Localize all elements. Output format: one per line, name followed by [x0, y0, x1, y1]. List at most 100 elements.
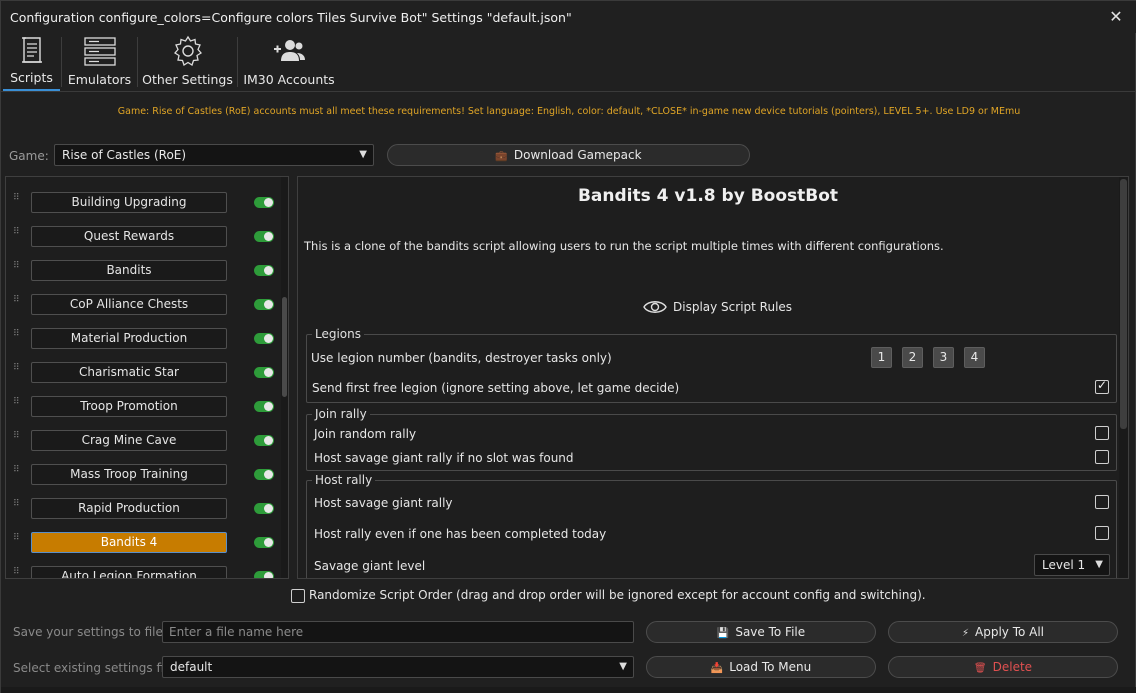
savage-giant-level-select[interactable]: Level 1 ▼ — [1034, 554, 1110, 576]
bottom-edge — [1, 687, 1136, 693]
drag-handle-icon[interactable]: ⠿ — [13, 432, 21, 448]
drag-handle-icon[interactable]: ⠿ — [13, 398, 21, 414]
chevron-down-icon: ▼ — [359, 149, 367, 160]
host-rally-even-checkbox[interactable] — [1095, 526, 1109, 540]
trash-icon: 🗑 — [973, 663, 987, 674]
title-bar: Configuration configure_colors=Configure… — [1, 1, 1136, 33]
game-label: Game: — [9, 149, 49, 163]
list-item[interactable]: ⠿ Building Upgrading — [6, 192, 276, 214]
game-select[interactable]: Rise of Castles (RoE) ▼ — [54, 144, 374, 166]
game-select-value: Rise of Castles (RoE) — [62, 148, 187, 162]
randomize-script-order[interactable]: Randomize Script Order (drag and drop or… — [291, 588, 926, 603]
script-button[interactable]: Quest Rewards — [31, 226, 227, 247]
script-toggle[interactable] — [254, 571, 274, 578]
drag-handle-icon[interactable]: ⠿ — [13, 534, 21, 550]
script-button[interactable]: Building Upgrading — [31, 192, 227, 213]
host-savage-giant-rally-checkbox[interactable] — [1095, 495, 1109, 509]
tab-im30-accounts[interactable]: IM30 Accounts — [242, 33, 336, 91]
list-item[interactable]: ⠿ Rapid Production — [6, 498, 276, 520]
script-button[interactable]: Auto Legion Formation — [31, 566, 227, 578]
script-button[interactable]: Bandits — [31, 260, 227, 281]
list-item[interactable]: ⠿ Bandits — [6, 260, 276, 282]
legion-2-button[interactable]: 2 — [902, 347, 923, 368]
join-random-rally-checkbox[interactable] — [1095, 426, 1109, 440]
script-toggle[interactable] — [254, 401, 274, 412]
tab-other-settings[interactable]: Other Settings — [142, 33, 233, 91]
load-to-menu-button[interactable]: 📥 Load To Menu — [646, 656, 876, 678]
script-toggle[interactable] — [254, 469, 274, 480]
apply-to-all-button[interactable]: ⚡ Apply To All — [888, 621, 1118, 643]
apply-to-all-label: Apply To All — [975, 625, 1045, 639]
script-toggle[interactable] — [254, 367, 274, 378]
script-list-scrollbar[interactable] — [281, 177, 288, 578]
script-button[interactable]: Crag Mine Cave — [31, 430, 227, 451]
host-rally-even-label: Host rally even if one has been complete… — [314, 527, 607, 541]
script-toggle[interactable] — [254, 435, 274, 446]
list-item[interactable]: ⠿ Troop Promotion — [6, 396, 276, 418]
tab-divider — [61, 37, 62, 87]
delete-label: Delete — [992, 660, 1033, 674]
host-rally-group-title: Host rally — [312, 473, 376, 487]
join-rally-group-title: Join rally — [312, 407, 370, 421]
save-to-file-button[interactable]: 💾 Save To File — [646, 621, 876, 643]
display-script-rules-button[interactable]: Display Script Rules — [643, 299, 792, 321]
delete-button[interactable]: 🗑 Delete — [888, 656, 1118, 678]
script-toggle[interactable] — [254, 503, 274, 514]
script-toggle[interactable] — [254, 299, 274, 310]
close-icon[interactable]: ✕ — [1105, 6, 1127, 28]
settings-panel-scrollbar[interactable] — [1119, 177, 1128, 578]
list-item[interactable]: ⠿ Crag Mine Cave — [6, 430, 276, 452]
list-item[interactable]: ⠿ Auto Legion Formation — [6, 566, 276, 578]
script-button[interactable]: Mass Troop Training — [31, 464, 227, 485]
save-to-file-label: Save To File — [735, 625, 806, 639]
tab-scripts[interactable]: Scripts — [3, 33, 60, 91]
drag-handle-icon[interactable]: ⠿ — [13, 296, 21, 312]
list-item[interactable]: ⠿ Mass Troop Training — [6, 464, 276, 486]
list-item[interactable]: ⠿ Quest Rewards — [6, 226, 276, 248]
savage-giant-level-value: Level 1 — [1042, 558, 1086, 572]
scrollbar-thumb[interactable] — [1120, 179, 1127, 429]
script-list[interactable]: ⠿ Building Upgrading ⠿ Quest Rewards ⠿ B… — [5, 176, 289, 579]
savage-giant-level-label: Savage giant level — [314, 559, 426, 573]
script-toggle[interactable] — [254, 231, 274, 242]
script-button[interactable]: CoP Alliance Chests — [31, 294, 227, 315]
script-button-active[interactable]: Bandits 4 — [31, 532, 227, 553]
randomize-checkbox[interactable] — [291, 588, 305, 603]
file-name-input[interactable]: Enter a file name here — [162, 621, 634, 643]
list-item[interactable]: ⠿ Bandits 4 — [6, 532, 276, 554]
script-button[interactable]: Rapid Production — [31, 498, 227, 519]
join-random-rally-label: Join random rally — [314, 427, 417, 441]
drag-handle-icon[interactable]: ⠿ — [13, 364, 21, 380]
script-toggle[interactable] — [254, 197, 274, 208]
list-item[interactable]: ⠿ CoP Alliance Chests — [6, 294, 276, 316]
scrollbar-thumb[interactable] — [282, 297, 287, 397]
script-button[interactable]: Material Production — [31, 328, 227, 349]
script-toggle[interactable] — [254, 265, 274, 276]
drag-handle-icon[interactable]: ⠿ — [13, 194, 21, 210]
drag-handle-icon[interactable]: ⠿ — [13, 500, 21, 516]
list-item[interactable]: ⠿ Charismatic Star — [6, 362, 276, 384]
settings-file-select[interactable]: default ▼ — [162, 656, 634, 678]
host-if-no-slot-checkbox[interactable] — [1095, 450, 1109, 464]
tab-emulators[interactable]: Emulators — [66, 33, 133, 91]
legion-3-button[interactable]: 3 — [933, 347, 954, 368]
drag-handle-icon[interactable]: ⠿ — [13, 228, 21, 244]
drag-handle-icon[interactable]: ⠿ — [13, 466, 21, 482]
drag-handle-icon[interactable]: ⠿ — [13, 262, 21, 278]
drag-handle-icon[interactable]: ⠿ — [13, 330, 21, 346]
legion-4-button[interactable]: 4 — [964, 347, 985, 368]
list-item[interactable]: ⠿ Material Production — [6, 328, 276, 350]
drag-handle-icon[interactable]: ⠿ — [13, 568, 21, 578]
randomize-label: Randomize Script Order (drag and drop or… — [309, 588, 926, 602]
main-tabs: Scripts Emulators Other Settings IM30 Ac… — [1, 33, 1136, 91]
legion-1-button[interactable]: 1 — [871, 347, 892, 368]
download-gamepack-button[interactable]: 💼 Download Gamepack — [387, 144, 750, 166]
script-button[interactable]: Charismatic Star — [31, 362, 227, 383]
script-toggle[interactable] — [254, 537, 274, 548]
tab-emulators-label: Emulators — [67, 72, 132, 87]
send-first-free-legion-checkbox[interactable] — [1095, 378, 1109, 394]
chevron-down-icon: ▼ — [619, 661, 627, 672]
script-toggle[interactable] — [254, 333, 274, 344]
config-window: Configuration configure_colors=Configure… — [0, 0, 1136, 693]
script-button[interactable]: Troop Promotion — [31, 396, 227, 417]
